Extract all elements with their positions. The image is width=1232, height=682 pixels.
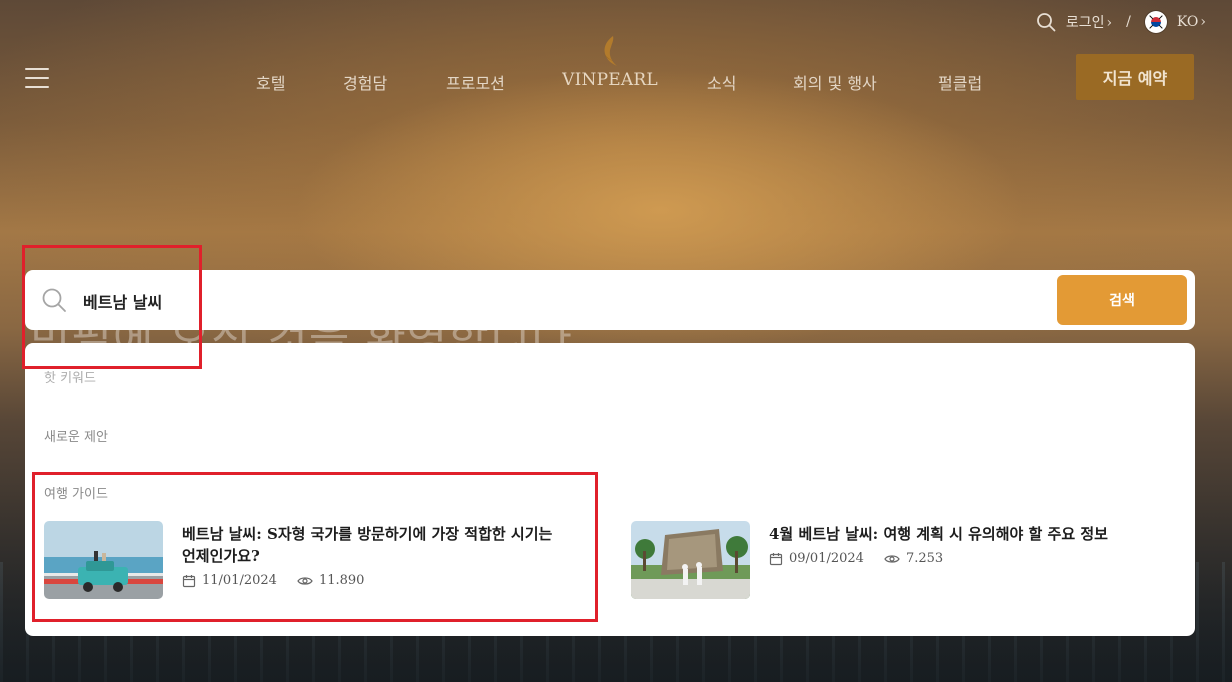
language-selector[interactable]: KO › [1177, 14, 1206, 30]
guide-date: 11/01/2024 [202, 573, 277, 588]
login-link[interactable]: 로그인 › [1066, 12, 1112, 32]
search-button[interactable]: 검색 [1057, 275, 1187, 325]
book-now-button[interactable]: 지금 예약 [1076, 54, 1194, 100]
guide-views: 7.253 [905, 551, 944, 566]
nav-promotions[interactable]: 프로모션 [446, 70, 505, 94]
top-utility-bar: 로그인 › / KO › [1036, 10, 1206, 34]
logo-wordmark: VINPEARL [562, 70, 658, 90]
calendar-icon [769, 552, 783, 566]
guide-title: 베트남 날씨: S자형 국가를 방문하기에 가장 적합한 시기는 언제인가요? [182, 525, 553, 565]
language-code: KO [1176, 14, 1199, 30]
nav-news[interactable]: 소식 [707, 70, 736, 94]
search-icon[interactable] [1036, 12, 1056, 32]
new-suggestions-label: 새로운 제안 [44, 430, 108, 445]
vinpearl-logo-icon [601, 36, 617, 66]
guide-date: 09/01/2024 [789, 551, 864, 566]
guide-title: 4월 베트남 날씨: 여행 계획 시 유의해야 할 주요 정보 [769, 525, 1108, 543]
travel-guide-label: 여행 가이드 [44, 487, 108, 502]
eye-icon [297, 575, 313, 587]
search-input[interactable] [81, 282, 1035, 320]
chevron-right-icon: › [1106, 15, 1113, 31]
nav-pearl-club[interactable]: 펄클럽 [938, 70, 982, 94]
guide-meta: 09/01/2024 7.253 [769, 551, 943, 566]
nav-meetings[interactable]: 회의 및 행사 [793, 70, 877, 94]
login-label: 로그인 [1065, 15, 1105, 31]
guide-thumbnail-park [631, 521, 750, 599]
guide-views: 11.890 [318, 573, 365, 588]
travel-guide-item[interactable]: 4월 베트남 날씨: 여행 계획 시 유의해야 할 주요 정보 09/01/20… [631, 521, 1171, 601]
korea-flag-icon[interactable] [1144, 11, 1167, 33]
separator: / [1126, 14, 1131, 30]
eye-icon [884, 553, 900, 565]
nav-experiences[interactable]: 경험담 [343, 70, 387, 94]
nav-hotels[interactable]: 호텔 [256, 70, 285, 94]
travel-guide-item[interactable]: 베트남 날씨: S자형 국가를 방문하기에 가장 적합한 시기는 언제인가요? … [44, 521, 604, 601]
guide-thumbnail-jeep [44, 521, 163, 599]
vinpearl-logo[interactable]: VINPEARL [560, 34, 660, 94]
calendar-icon [182, 574, 196, 588]
search-bar [25, 270, 1195, 330]
search-suggestions-panel: 핫 키워드 새로운 제안 여행 가이드 베트남 날씨: S자형 국가를 방문하기… [25, 343, 1195, 636]
chevron-right-icon: › [1200, 14, 1206, 30]
hot-keywords-label: 핫 키워드 [44, 371, 96, 386]
guide-meta: 11/01/2024 11.890 [182, 573, 364, 588]
search-icon [41, 287, 67, 317]
